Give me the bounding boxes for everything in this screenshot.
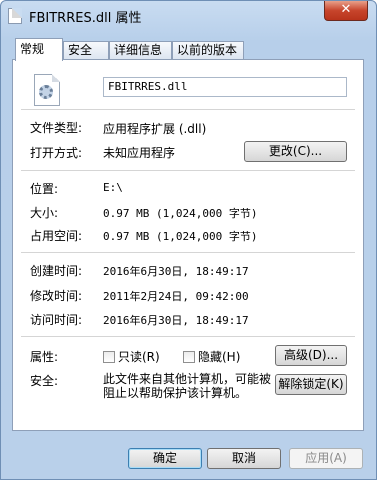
size-value: 0.97 MB (1,024,000 字节) [103,207,258,220]
size-label: 大小: [30,206,59,220]
unblock-button[interactable]: 解除锁定(K) [275,374,347,395]
security-warning-text: 此文件来自其他计算机，可能被阻止以帮助保护该计算机。 [103,372,272,400]
attributes-label: 属性: [30,350,59,364]
ok-button[interactable]: 确定 [128,448,202,469]
general-panel: FBITRRES.dll 文件类型: 应用程序扩展 (.dll) 打开方式: 未… [12,59,364,431]
properties-window: FBITRRES.dll 属性 ✕ 常规 安全 详细信息 以前的版本 FBITR… [0,0,377,480]
close-button[interactable]: ✕ [324,1,368,21]
tab-security[interactable]: 安全 [63,41,109,60]
accessed-value: 2016年6月30日, 18:49:17 [103,314,249,327]
separator [21,336,355,337]
modified-label: 修改时间: [30,289,83,303]
file-name-field[interactable]: FBITRRES.dll [103,77,347,97]
size-on-disk-label: 占用空间: [30,229,83,243]
modified-value: 2011年2月24日, 09:42:00 [103,290,249,303]
checkbox-box[interactable] [103,351,115,363]
checkbox-box[interactable] [183,351,195,363]
file-type-label: 文件类型: [30,121,83,135]
gear-icon [39,85,53,99]
open-with-label: 打开方式: [30,146,83,160]
file-icon [8,8,22,24]
created-label: 创建时间: [30,264,83,278]
window-title: FBITRRES.dll 属性 [29,11,142,26]
file-type-value: 应用程序扩展 (.dll) [103,122,207,136]
hidden-label: 隐藏(H) [198,350,241,364]
separator [21,170,355,171]
apply-button[interactable]: 应用(A) [289,448,363,469]
advanced-button[interactable]: 高级(D)... [275,345,347,366]
created-value: 2016年6月30日, 18:49:17 [103,265,249,278]
readonly-checkbox[interactable]: 只读(R) [103,348,160,365]
tab-details[interactable]: 详细信息 [109,41,172,60]
tab-previous-versions[interactable]: 以前的版本 [172,41,244,60]
change-button[interactable]: 更改(C)... [244,141,347,162]
size-on-disk-value: 0.97 MB (1,024,000 字节) [103,230,258,243]
location-label: 位置: [30,182,59,196]
dll-file-icon [34,74,60,106]
title-bar[interactable]: FBITRRES.dll 属性 ✕ [1,1,376,31]
cancel-button[interactable]: 取消 [207,448,281,469]
location-value: E:\ [103,181,123,194]
security-label: 安全: [30,374,59,388]
separator [21,109,355,110]
open-with-value: 未知应用程序 [103,146,176,160]
tab-general[interactable]: 常规 [15,38,63,61]
accessed-label: 访问时间: [30,313,83,327]
separator [21,252,355,253]
hidden-checkbox[interactable]: 隐藏(H) [183,348,240,365]
readonly-label: 只读(R) [118,350,160,364]
